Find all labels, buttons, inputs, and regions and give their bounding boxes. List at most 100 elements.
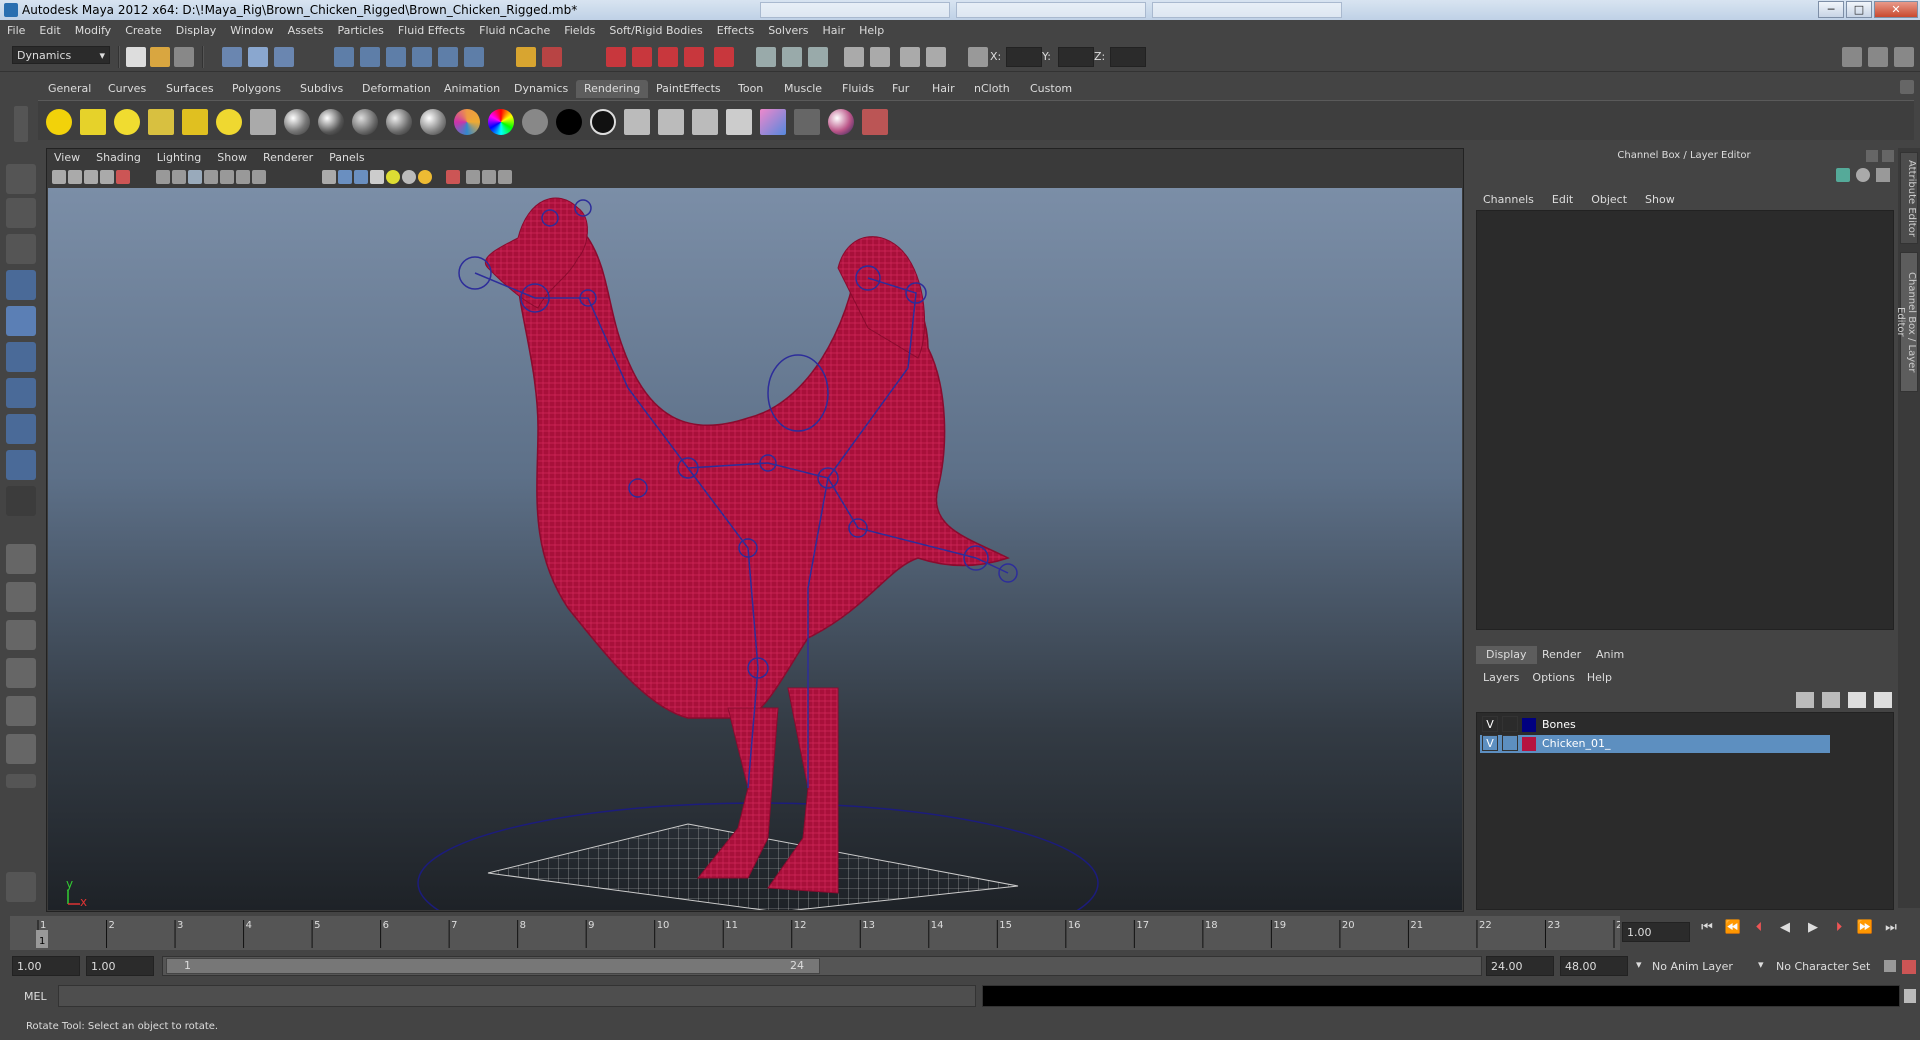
universal-manipulator-icon[interactable]	[6, 378, 36, 408]
menu-soft-rigid-bodies[interactable]: Soft/Rigid Bodies	[602, 20, 709, 41]
lasso-tool-icon[interactable]	[6, 198, 36, 228]
blinn-material-icon[interactable]	[318, 109, 344, 135]
lambert-material-icon[interactable]	[284, 109, 310, 135]
select-by-component-icon[interactable]	[274, 47, 294, 67]
camera-attributes-icon[interactable]	[68, 170, 82, 184]
safe-title-icon[interactable]	[236, 170, 250, 184]
make-live-icon[interactable]	[438, 47, 458, 67]
four-view-layout-icon[interactable]	[6, 582, 36, 612]
layered-shader-icon[interactable]	[454, 109, 480, 135]
persp-graph-layout-icon[interactable]	[6, 658, 36, 688]
edit-menu[interactable]: Edit	[1543, 190, 1582, 209]
render-view-shelf-icon[interactable]	[658, 109, 684, 135]
step-back-key-icon[interactable]: ⏴	[1750, 920, 1768, 940]
menu-display[interactable]: Display	[169, 20, 224, 41]
minimize-button[interactable]: ─	[1818, 1, 1844, 18]
shelf-tab-rendering[interactable]: Rendering	[576, 80, 649, 98]
safe-action-icon[interactable]	[220, 170, 234, 184]
layer-display-type-toggle[interactable]	[1502, 735, 1518, 751]
x-field[interactable]	[1006, 47, 1042, 67]
play-forwards-icon[interactable]: ▶	[1804, 920, 1822, 940]
single-perspective-layout-icon[interactable]	[6, 544, 36, 574]
shelf-tab-toon[interactable]: Toon	[730, 80, 771, 98]
chevron-down-icon[interactable]: ▾	[1758, 958, 1764, 971]
close-button[interactable]: ✕	[1874, 1, 1918, 18]
menu-particles[interactable]: Particles	[330, 20, 390, 41]
show-attribute-editor-icon[interactable]	[756, 47, 776, 67]
magnet-icon[interactable]	[516, 47, 536, 67]
layer-tab-render[interactable]: Render	[1532, 646, 1591, 664]
input-transform-icon[interactable]	[968, 47, 988, 67]
persp-hypergraph-layout-icon[interactable]	[6, 696, 36, 726]
camera-icon[interactable]	[250, 109, 276, 135]
playback-start-field[interactable]: 1.00	[86, 956, 154, 976]
channel-box-tab[interactable]: Channel Box / Layer Editor	[1895, 252, 1918, 392]
viewport-menu-renderer[interactable]: Renderer	[255, 148, 321, 167]
step-back-frame-icon[interactable]: ⏪	[1724, 920, 1742, 940]
shelf-tab-curves[interactable]: Curves	[100, 80, 154, 98]
open-scene-icon[interactable]	[150, 47, 170, 67]
image-plane-icon[interactable]	[100, 170, 114, 184]
key-icon[interactable]	[1884, 960, 1896, 972]
shelf-tab-muscle[interactable]: Muscle	[776, 80, 830, 98]
hud-icon[interactable]	[252, 170, 266, 184]
snap-curve-icon[interactable]	[360, 47, 380, 67]
shelf-tab-polygons[interactable]: Polygons	[224, 80, 289, 98]
shelf-options-icon[interactable]	[14, 106, 28, 142]
phonge-material-icon[interactable]	[386, 109, 412, 135]
step-forward-frame-icon[interactable]: ⏩	[1856, 920, 1874, 940]
options-menu[interactable]: Options	[1528, 668, 1578, 687]
menuset-dropdown[interactable]: Dynamics ▾	[12, 46, 110, 64]
surface-shader-icon[interactable]	[522, 109, 548, 135]
menu-hair[interactable]: Hair	[816, 20, 853, 41]
hypershade-shelf-icon[interactable]	[760, 109, 786, 135]
batch-render-icon[interactable]	[692, 109, 718, 135]
menu-edit[interactable]: Edit	[32, 20, 67, 41]
select-by-object-icon[interactable]	[248, 47, 268, 67]
float-panel-icon[interactable]	[1866, 150, 1878, 162]
resolution-gate-icon[interactable]	[172, 170, 186, 184]
xray-components-icon[interactable]	[498, 170, 512, 184]
viewport-menu-panels[interactable]: Panels	[321, 148, 372, 167]
layer-tab-display[interactable]: Display	[1476, 646, 1537, 664]
select-camera-icon[interactable]	[52, 170, 66, 184]
time-slider[interactable]: 1234567891011121314151617181920212223241	[10, 916, 1629, 950]
object-menu[interactable]: Object	[1582, 190, 1636, 209]
show-menu[interactable]: Show	[1636, 190, 1684, 209]
attribute-editor-tab[interactable]: Attribute Editor	[1900, 152, 1918, 244]
render-settings-icon[interactable]	[658, 47, 678, 67]
channels-menu[interactable]: Channels	[1474, 190, 1543, 209]
grid-toggle-icon[interactable]	[156, 170, 170, 184]
current-time-field[interactable]: 1.00	[1622, 922, 1690, 942]
shadows-icon[interactable]	[402, 170, 416, 184]
history-icon[interactable]	[464, 47, 484, 67]
point-light-icon[interactable]	[114, 109, 140, 135]
render-region-icon[interactable]	[542, 47, 562, 67]
script-editor-icon[interactable]	[1904, 989, 1916, 1003]
toggle-panel-icon[interactable]	[844, 47, 864, 67]
layer-tab-anim[interactable]: Anim	[1586, 646, 1634, 664]
gate-mask-icon[interactable]	[188, 170, 202, 184]
xray-icon[interactable]	[466, 170, 480, 184]
save-scene-icon[interactable]	[174, 47, 194, 67]
graph-hypergraph-layout-icon[interactable]	[6, 734, 36, 764]
z-field[interactable]	[1110, 47, 1146, 67]
layer-display-type-toggle[interactable]	[1502, 716, 1518, 732]
wireframe-on-shaded-icon[interactable]	[354, 170, 368, 184]
menu-file[interactable]: File	[0, 20, 32, 41]
shelf-menu-icon[interactable]	[1900, 80, 1914, 94]
isolate-select-icon[interactable]	[446, 170, 460, 184]
tool-settings-toggle-icon[interactable]	[1868, 47, 1888, 67]
channel-box-icon[interactable]	[1836, 168, 1850, 182]
menu-fields[interactable]: Fields	[557, 20, 602, 41]
help-icon[interactable]	[6, 872, 36, 902]
move-layer-up-icon[interactable]	[1848, 692, 1866, 708]
anisotropic-material-icon[interactable]	[420, 109, 446, 135]
textured-icon[interactable]	[370, 170, 384, 184]
use-background-icon[interactable]	[556, 109, 582, 135]
menu-assets[interactable]: Assets	[281, 20, 331, 41]
cmdline-language-label[interactable]: MEL	[24, 990, 47, 1003]
ipr-render-icon[interactable]	[632, 47, 652, 67]
volume-light-icon[interactable]	[216, 109, 242, 135]
menu-fluid-effects[interactable]: Fluid Effects	[391, 20, 472, 41]
